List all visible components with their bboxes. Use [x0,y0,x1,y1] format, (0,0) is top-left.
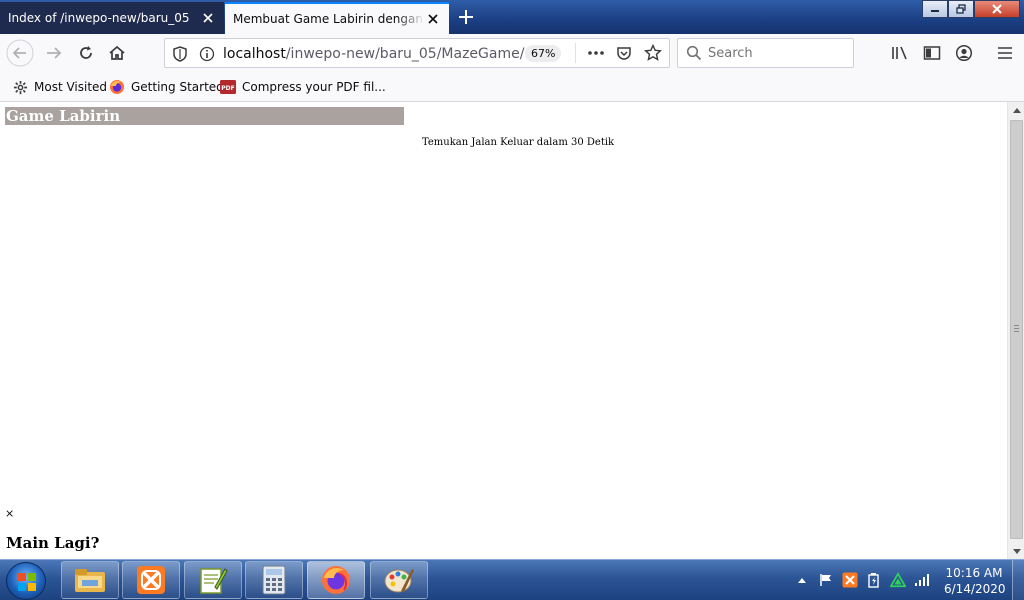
taskbar-firefox[interactable] [307,561,365,599]
new-tab-button[interactable] [452,4,480,30]
flag-icon[interactable] [818,572,834,588]
tab-membuat-game[interactable]: Membuat Game Labirin dengan Jav [225,2,449,34]
scrollbar-grip [1014,325,1019,332]
page-viewport: Game Labirin Temukan Jalan Keluar dalam … [0,102,1007,559]
scroll-down-arrow-icon[interactable] [1008,543,1024,559]
bookmark-compress-pdf[interactable]: PDF Compress your PDF fil... [220,78,386,96]
bookmark-label: Compress your PDF fil... [242,80,386,94]
sidebar-button[interactable] [918,40,946,66]
network-icon[interactable] [890,572,906,588]
scrollbar-thumb[interactable] [1010,120,1023,539]
sidebar-icon [923,46,941,60]
clock-time: 10:16 AM [945,566,1003,580]
scroll-up-arrow-icon[interactable] [1008,102,1024,118]
windows-logo-icon [18,573,36,591]
tab-close-icon[interactable] [425,11,441,27]
reload-button[interactable] [72,40,100,66]
url-path: /inwepo-new/baru_05/MazeGame/ [285,46,525,62]
window-controls [922,0,1020,18]
bookmarks-toolbar: Most Visited Getting Started PDF Compres… [0,72,1024,102]
firefox-icon [109,79,125,95]
pocket-icon[interactable] [616,45,632,64]
pdf-icon: PDF [220,79,236,95]
paint-icon [384,569,414,593]
bookmark-label: Getting Started [131,80,224,94]
address-bar[interactable]: localhost/inwepo-new/baru_05/MazeGame/ 6… [164,38,670,68]
file-explorer-icon [75,569,105,592]
start-button[interactable] [6,562,46,600]
restore-button[interactable] [948,0,974,18]
close-icon[interactable]: × [5,507,14,520]
url-text[interactable]: localhost/inwepo-new/baru_05/MazeGame/ [223,46,524,62]
calculator-icon [262,565,286,595]
tab-title: Membuat Game Labirin dengan Jav [233,12,425,26]
windows-taskbar: 10:16 AM 6/14/2020 [0,559,1024,600]
navigation-toolbar: localhost/inwepo-new/baru_05/MazeGame/ 6… [0,34,1024,72]
system-clock[interactable]: 10:16 AM 6/14/2020 [944,565,1006,597]
library-button[interactable] [886,40,914,66]
notepad-plus-icon [200,568,228,594]
home-button[interactable] [103,40,131,66]
tab-strip: Index of /inwepo-new/baru_05 Membuat Gam… [0,0,1024,34]
clock-date: 6/14/2020 [944,582,1006,596]
close-window-button[interactable] [974,0,1020,18]
tab-close-icon[interactable] [200,10,216,26]
show-hidden-icons[interactable] [794,572,810,588]
search-icon [686,45,702,64]
zoom-level-badge[interactable]: 67% [525,45,562,62]
account-icon [955,44,973,62]
bookmark-getting-started[interactable]: Getting Started [109,78,224,96]
bookmark-most-visited[interactable]: Most Visited [12,78,107,96]
firefox-icon [322,566,350,594]
gear-icon [12,79,28,95]
reload-icon [80,46,92,59]
back-arrow-icon [6,39,34,67]
play-again-heading: Main Lagi? [6,534,100,552]
taskbar-paint[interactable] [370,561,428,599]
account-button[interactable] [950,40,978,66]
power-icon[interactable] [866,572,882,588]
tracking-shield-icon[interactable] [173,46,187,65]
site-info-icon[interactable] [199,46,215,65]
svg-text:PDF: PDF [221,85,234,92]
forward-button[interactable] [40,40,68,66]
menu-button[interactable] [991,40,1019,66]
bookmark-star-icon[interactable] [643,43,663,65]
library-icon [892,46,907,60]
taskbar-file-explorer[interactable] [61,561,119,599]
taskbar-calculator[interactable] [245,561,303,599]
game-title-bar: Game Labirin [5,107,404,125]
bookmark-label: Most Visited [34,80,108,94]
hamburger-menu-icon [998,47,1012,59]
show-desktop-button[interactable] [1012,560,1024,600]
plus-icon [459,10,473,24]
home-icon [109,45,125,60]
xampp-tray-icon[interactable] [842,572,858,588]
taskbar-xampp[interactable] [122,561,180,599]
url-host: localhost [223,46,286,62]
forward-arrow-icon [47,47,62,59]
tab-index-of[interactable]: Index of /inwepo-new/baru_05 [0,2,224,34]
url-divider [575,43,576,63]
xampp-icon [137,566,165,594]
search-box[interactable]: Search [677,38,854,68]
instruction-text: Temukan Jalan Keluar dalam 30 Detik [422,137,615,148]
search-placeholder: Search [708,46,753,61]
taskbar-notepad-plus[interactable] [184,561,242,599]
back-button[interactable] [6,39,34,67]
tab-title: Index of /inwepo-new/baru_05 [8,11,190,25]
signal-icon[interactable] [914,572,930,588]
vertical-scrollbar[interactable] [1007,102,1024,559]
page-actions-icon[interactable] [587,45,605,64]
minimize-button[interactable] [922,0,948,18]
